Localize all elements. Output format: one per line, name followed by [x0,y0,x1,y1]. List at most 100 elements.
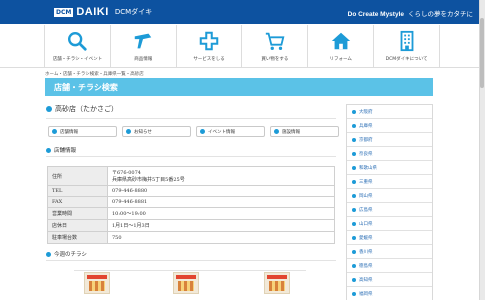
sidebar-item[interactable]: 大阪府 [347,105,432,119]
global-nav: 店舗・チラシ・イベント 商品情報 サービスをしる 買い物をする リフォーム DC… [44,25,440,67]
site-header: DCM DAIKI DCMダイキ Do Create Mystyle くらしの夢を… [0,0,485,24]
sidebar-item[interactable]: 三重県 [347,175,432,189]
flyer-thumbnail[interactable] [173,272,199,294]
sidebar-item[interactable]: 京都府 [347,133,432,147]
scrollbar[interactable] [479,0,485,300]
bullet-icon [352,221,356,226]
nav-item-products[interactable]: 商品情報 [110,25,177,67]
sidebar-item-label: 和歌山県 [359,165,377,171]
prefecture-list: 大阪府 兵庫県 京都府 奈良県 和歌山県 三重県 岡山県 広島県 山口県 愛媛県… [346,104,433,300]
nav-label: リフォーム [329,57,352,62]
table-key: 駐車場台数 [47,231,108,244]
bullet-icon [352,179,356,184]
bullet-icon [46,147,51,153]
nav-item-shopping[interactable]: 買い物をする [242,25,309,67]
tool-icon [134,33,152,49]
bullet-icon [352,137,356,142]
nav-label: 商品情報 [134,57,153,62]
bullet-icon [352,235,356,240]
bullet-icon [352,109,356,114]
store-info-button[interactable]: 店舗情報 [48,126,117,137]
store-tab-buttons: 店舗情報 お知らせ イベント情報 施設情報 [48,126,339,137]
nav-item-services[interactable]: サービスをしる [176,25,243,67]
nav-label: 買い物をする [261,57,289,62]
logo-text: DAIKI [76,6,109,18]
nav-label: サービスをしる [193,57,225,62]
sidebar-item-label: 高知県 [359,277,373,283]
sidebar-item[interactable]: 香川県 [347,245,432,259]
scrollbar-thumb[interactable] [480,18,484,88]
tel-value[interactable]: 079-446-8880 [107,185,335,197]
button-label: 施設情報 [282,129,300,135]
divider [46,118,336,119]
cross-icon [199,31,219,51]
flyer-thumbnail[interactable] [84,272,110,294]
fax-value: 079-446-8881 [107,196,335,208]
sidebar-item[interactable]: 高知県 [347,273,432,287]
bullet-icon [46,251,51,257]
bullet-icon [52,129,57,134]
header-tagline: Do Create Mystyle くらしの夢をカタチに [348,8,473,18]
flyer-thumbnail[interactable] [264,272,290,294]
sidebar-item[interactable]: 奈良県 [347,147,432,161]
event-info-button[interactable]: イベント情報 [196,126,265,137]
search-icon [68,32,88,51]
sidebar-item[interactable]: 和歌山県 [347,161,432,175]
section-title: 今週のチラシ [54,252,87,258]
nav-item-reform[interactable]: リフォーム [308,25,375,67]
flyer-heading: 今週のチラシ [46,250,87,258]
store-heading: 高砂店（たかさご） [46,104,339,114]
table-row: 駐車場台数 750 [47,231,335,244]
sidebar-item[interactable]: 山口県 [347,217,432,231]
logo-badge: DCM [54,7,74,17]
bullet-icon [352,123,356,128]
closed-days-value: 1月1日〜1月3日 [107,219,335,232]
section-title: 店舗情報 [54,148,77,154]
sidebar-item[interactable]: 兵庫県 [347,119,432,133]
bullet-icon [352,165,356,170]
table-row: TEL 079-446-8880 [47,185,335,197]
divider [46,260,336,261]
table-row: 住所 〒676-0074 兵庫県高砂市梅井5丁目5番25号 [47,166,335,186]
page-title-bar: 店舗・チラシ検索 [45,78,433,96]
bullet-icon [274,129,279,134]
sidebar-item[interactable]: 福岡県 [347,287,432,300]
sidebar-item-label: 兵庫県 [359,123,373,129]
bullet-icon [352,277,356,282]
sidebar-item-label: 福岡県 [359,291,373,297]
address-value: 〒676-0074 兵庫県高砂市梅井5丁目5番25号 [107,166,335,186]
table-row: 営業時間 10:00〜19:00 [47,207,335,220]
bullet-icon [352,151,356,156]
sidebar-item-label: 徳島県 [359,263,373,269]
sidebar-item[interactable]: 広島県 [347,203,432,217]
news-button[interactable]: お知らせ [122,126,191,137]
table-key: TEL [47,185,108,197]
breadcrumb[interactable]: ホーム・店舗・チラシ検索・兵庫県一覧・高砂店 [45,71,144,77]
nav-item-store-search[interactable]: 店舗・チラシ・イベント [45,25,111,67]
sidebar-item[interactable]: 岡山県 [347,189,432,203]
address: 兵庫県高砂市梅井5丁目5番25号 [112,177,185,183]
nav-label: 店舗・チラシ・イベント [52,57,103,62]
divider [46,156,336,157]
sidebar-item[interactable]: 愛媛県 [347,231,432,245]
logo-subtext: DCMダイキ [114,8,153,16]
table-key: 住所 [47,166,108,186]
sidebar-item-label: 大阪府 [359,109,373,115]
table-key: 営業時間 [47,207,108,220]
sidebar-item-label: 広島県 [359,207,373,213]
store-info-table: 住所 〒676-0074 兵庫県高砂市梅井5丁目5番25号 TEL 079-44… [47,166,335,244]
bullet-icon [126,129,131,134]
bullet-icon [352,249,356,254]
table-row: 店休日 1月1日〜1月3日 [47,219,335,232]
sidebar-item-label: 京都府 [359,137,373,143]
bullet-icon [352,193,356,198]
site-logo[interactable]: DCM DAIKI DCMダイキ [54,6,152,18]
nav-item-about[interactable]: DCMダイキについて [374,25,440,67]
sidebar-item-label: 香川県 [359,249,373,255]
cart-icon [265,32,285,50]
sidebar-item-label: 愛媛県 [359,235,373,241]
sidebar-item[interactable]: 徳島県 [347,259,432,273]
tagline-text: くらしの夢をカタチに [408,11,473,18]
table-key: 店休日 [47,219,108,232]
facility-info-button[interactable]: 施設情報 [270,126,339,137]
